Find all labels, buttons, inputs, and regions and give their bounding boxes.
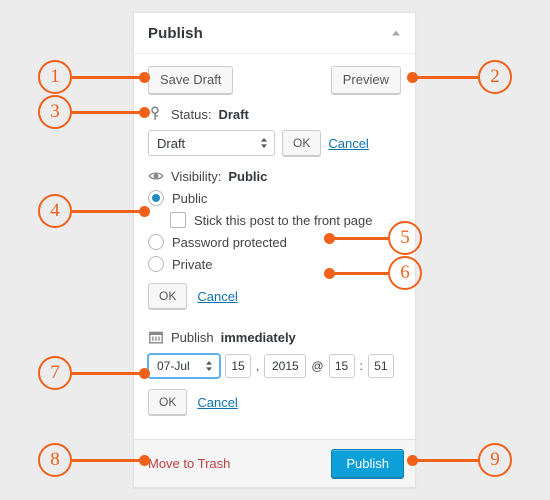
callout-2: 2 bbox=[478, 60, 512, 94]
schedule-section: Publish immediately 07-Jul , @ bbox=[148, 329, 401, 415]
schedule-cancel-link[interactable]: Cancel bbox=[197, 395, 237, 410]
at-symbol: @ bbox=[311, 359, 323, 373]
date-comma: , bbox=[256, 359, 259, 373]
visibility-summary: Visibility: Public bbox=[148, 168, 401, 184]
visibility-actions-row: OK Cancel bbox=[148, 283, 401, 309]
status-label-prefix: Status: bbox=[171, 107, 211, 122]
stepper-arrows-icon bbox=[260, 137, 268, 149]
day-field[interactable] bbox=[225, 354, 251, 378]
status-ok-button[interactable]: OK bbox=[282, 130, 321, 156]
publish-button[interactable]: Publish bbox=[331, 449, 404, 478]
preview-button[interactable]: Preview bbox=[331, 66, 401, 94]
publish-metabox-body: Save Draft Preview Status: Draft Draft bbox=[134, 54, 415, 425]
stepper-arrows-icon bbox=[205, 360, 213, 372]
eye-icon bbox=[148, 168, 164, 184]
move-to-trash-link[interactable]: Move to Trash bbox=[148, 456, 230, 471]
radio-public-icon[interactable] bbox=[148, 190, 164, 206]
save-draft-button[interactable]: Save Draft bbox=[148, 66, 233, 94]
visibility-label-prefix: Visibility: bbox=[171, 169, 221, 184]
callout-1: 1 bbox=[38, 60, 72, 94]
visibility-option-private-label: Private bbox=[172, 257, 212, 272]
calendar-icon bbox=[148, 329, 164, 345]
minute-field[interactable] bbox=[368, 354, 394, 378]
visibility-option-public-label: Public bbox=[172, 191, 207, 206]
status-section: Status: Draft Draft OK Cancel bbox=[148, 106, 401, 156]
chevron-up-icon[interactable] bbox=[389, 26, 403, 40]
month-select-value: 07-Jul bbox=[157, 359, 190, 373]
callout-7: 7 bbox=[38, 356, 72, 390]
publish-metabox-footer: Move to Trash Publish bbox=[134, 439, 415, 487]
status-select-value: Draft bbox=[157, 136, 185, 151]
schedule-ok-button[interactable]: OK bbox=[148, 389, 187, 415]
month-select[interactable]: 07-Jul bbox=[148, 354, 220, 378]
radio-password-icon[interactable] bbox=[148, 234, 164, 250]
status-edit-row: Draft OK Cancel bbox=[148, 130, 401, 156]
visibility-section: Visibility: Public Public Stick this pos… bbox=[148, 168, 401, 309]
draft-preview-row: Save Draft Preview bbox=[148, 66, 401, 94]
visibility-cancel-link[interactable]: Cancel bbox=[197, 289, 237, 304]
year-field[interactable] bbox=[264, 354, 306, 378]
publish-metabox: Publish Save Draft Preview bbox=[133, 12, 416, 488]
callout-9: 9 bbox=[478, 443, 512, 477]
callout-9-line bbox=[412, 459, 478, 462]
status-select[interactable]: Draft bbox=[148, 130, 275, 156]
publish-metabox-header: Publish bbox=[134, 13, 415, 54]
visibility-option-password-label: Password protected bbox=[172, 235, 287, 250]
visibility-option-private[interactable]: Private bbox=[148, 256, 401, 272]
schedule-summary: Publish immediately bbox=[148, 329, 401, 345]
schedule-date-row: 07-Jul , @ : bbox=[148, 354, 401, 378]
status-cancel-link[interactable]: Cancel bbox=[328, 136, 368, 151]
key-icon bbox=[148, 106, 164, 122]
time-separator: : bbox=[360, 359, 363, 373]
page-title: Publish bbox=[148, 25, 203, 42]
status-label-value: Draft bbox=[218, 107, 248, 122]
sticky-post-label: Stick this post to the front page bbox=[194, 213, 373, 228]
callout-4: 4 bbox=[38, 194, 72, 228]
sticky-post-option[interactable]: Stick this post to the front page bbox=[170, 212, 401, 228]
status-summary: Status: Draft bbox=[148, 106, 401, 122]
schedule-actions-row: OK Cancel bbox=[148, 389, 401, 415]
callout-2-line bbox=[412, 76, 478, 79]
checkbox-sticky-icon[interactable] bbox=[170, 212, 186, 228]
radio-private-icon[interactable] bbox=[148, 256, 164, 272]
hour-field[interactable] bbox=[329, 354, 355, 378]
callout-3: 3 bbox=[38, 95, 72, 129]
visibility-ok-button[interactable]: OK bbox=[148, 283, 187, 309]
visibility-label-value: Public bbox=[228, 169, 267, 184]
schedule-label-value: immediately bbox=[221, 330, 296, 345]
callout-8: 8 bbox=[38, 443, 72, 477]
visibility-option-public[interactable]: Public bbox=[148, 190, 401, 206]
visibility-option-password[interactable]: Password protected bbox=[148, 234, 401, 250]
schedule-label-prefix: Publish bbox=[171, 330, 214, 345]
